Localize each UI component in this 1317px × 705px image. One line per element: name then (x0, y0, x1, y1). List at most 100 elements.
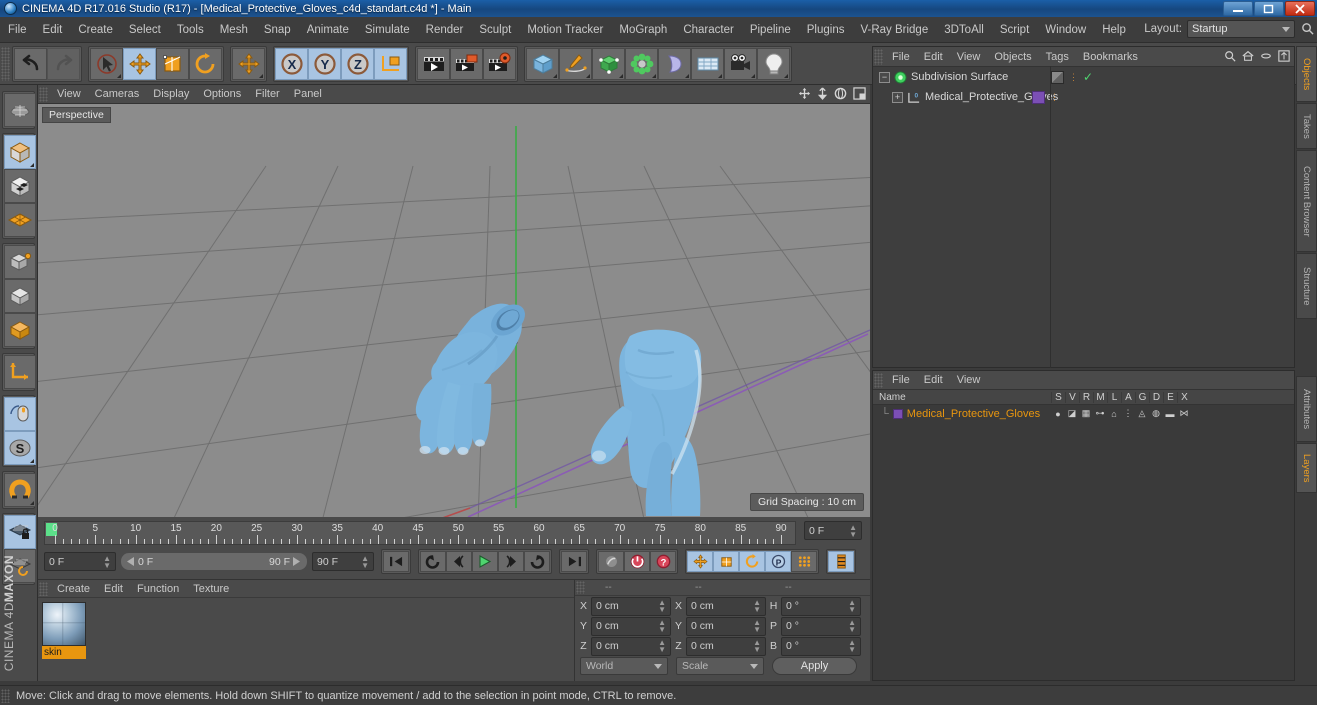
layer-cell-d[interactable]: ◍ (1149, 408, 1163, 419)
add-light-button[interactable] (757, 47, 790, 80)
viewport-menu-cameras[interactable]: Cameras (88, 86, 147, 102)
menu-vray-bridge[interactable]: V-Ray Bridge (852, 21, 936, 39)
magnet-tool-button[interactable] (4, 473, 36, 507)
object-menu-objects[interactable]: Objects (987, 49, 1038, 65)
object-row-subdivision-surface[interactable]: − Subdivision Surface ⋮ ✓ (873, 67, 1294, 87)
toolbar-grip[interactable] (1, 46, 10, 81)
record-position-toggle[interactable] (687, 551, 713, 572)
go-to-start-button[interactable] (383, 551, 409, 572)
maximize-viewport-icon[interactable] (853, 87, 866, 100)
object-menu-tags[interactable]: Tags (1039, 49, 1076, 65)
record-rotation-toggle[interactable] (739, 551, 765, 572)
menu-mesh[interactable]: Mesh (212, 21, 256, 39)
layer-cell-r[interactable]: ▦ (1079, 408, 1093, 419)
spinner-icon[interactable]: ▲ ▼ (848, 619, 856, 634)
object-mode-button[interactable] (4, 313, 36, 347)
add-cube-button[interactable] (526, 47, 559, 80)
viewport-menu-filter[interactable]: Filter (248, 86, 286, 102)
expand-icon[interactable] (1278, 50, 1290, 62)
keyframe-selection-button[interactable]: ? (650, 551, 676, 572)
maximize-button[interactable] (1254, 1, 1284, 16)
rotate-tool[interactable] (189, 47, 222, 80)
spinner-icon[interactable]: ▲ ▼ (753, 639, 761, 654)
menu-edit[interactable]: Edit (35, 21, 71, 39)
object-tree[interactable]: − Subdivision Surface ⋮ ✓ + 0 Medical_Pr… (873, 67, 1294, 367)
object-menu-view[interactable]: View (950, 49, 988, 65)
position-y-field[interactable]: 0 cm ▲ ▼ (591, 616, 671, 636)
spinner-icon[interactable]: ▲ ▼ (848, 639, 856, 654)
redo-button[interactable] (47, 47, 80, 80)
layer-menu-view[interactable]: View (950, 372, 988, 388)
spinner-icon[interactable]: ▲ ▼ (658, 639, 666, 654)
material-item[interactable]: skin (42, 602, 86, 659)
record-active-objects-button[interactable] (624, 551, 650, 572)
spinner-icon[interactable]: ▲ ▼ (753, 599, 761, 614)
add-spline-button[interactable] (559, 47, 592, 80)
menu-sculpt[interactable]: Sculpt (471, 21, 519, 39)
add-mograph-button[interactable] (625, 47, 658, 80)
render-region-button[interactable] (450, 47, 483, 80)
viewport-menu-panel[interactable]: Panel (287, 86, 329, 102)
coordinate-mode-select[interactable]: Scale (676, 657, 764, 675)
record-pla-toggle[interactable] (791, 551, 817, 572)
spinner-icon[interactable]: ▲ ▼ (103, 554, 111, 569)
timeline-ruler[interactable]: 0 5 10 15 20 25 30 35 40 45 50 55 60 65 70 75 80 85 90 (44, 521, 796, 545)
world-coordinates-toggle[interactable] (374, 47, 407, 80)
expander-icon[interactable]: − (879, 71, 890, 83)
object-row-medical-protective-gloves[interactable]: + 0 Medical_Protective_Gloves ⋮ (873, 87, 1294, 107)
layer-name[interactable]: Medical_Protective_Gloves (907, 408, 1040, 420)
add-environment-button[interactable] (691, 47, 724, 80)
layer-row[interactable]: └ Medical_Protective_Gloves ● ◪ ▦ ⊶ ⌂ ⋮ … (873, 405, 1294, 422)
menu-animate[interactable]: Animate (299, 21, 357, 39)
rotation-p-field[interactable]: 0 ° ▲ ▼ (781, 616, 861, 636)
coordinate-system-select[interactable]: World (580, 657, 668, 675)
material-menu-edit[interactable]: Edit (97, 581, 130, 597)
position-z-field[interactable]: 0 cm ▲ ▼ (591, 636, 671, 656)
position-x-field[interactable]: 0 cm ▲ ▼ (591, 596, 671, 616)
point-mode-button[interactable] (4, 245, 36, 279)
material-preview-icon[interactable] (42, 602, 86, 646)
layer-menu-file[interactable]: File (885, 372, 917, 388)
material-tag-icon[interactable] (1032, 90, 1045, 104)
layout-select[interactable]: Startup (1187, 20, 1295, 38)
polygon-mode-button[interactable] (4, 203, 36, 237)
dolly-icon[interactable] (817, 87, 828, 100)
step-back-button[interactable] (446, 551, 472, 572)
render-settings-button[interactable] (483, 47, 516, 80)
range-right-arrow-icon[interactable] (293, 557, 301, 566)
menu-motion-tracker[interactable]: Motion Tracker (519, 21, 611, 39)
live-selection-tool[interactable] (90, 47, 123, 80)
search-icon[interactable] (1224, 50, 1236, 62)
layer-cell-e[interactable]: ▬ (1163, 409, 1177, 419)
coordinates-grip[interactable] (576, 581, 585, 594)
texture-mode-button[interactable] (4, 169, 36, 203)
spinner-icon[interactable]: ▲ ▼ (849, 523, 857, 538)
previous-keyframe-button[interactable] (420, 551, 446, 572)
object-menu-file[interactable]: File (885, 49, 917, 65)
edge-mode-button[interactable] (4, 279, 36, 313)
orbit-icon[interactable] (834, 87, 847, 100)
apply-button[interactable]: Apply (772, 657, 857, 675)
tag-placeholder-icon[interactable] (1051, 70, 1064, 84)
menu-snap[interactable]: Snap (256, 21, 299, 39)
layer-name-cell[interactable]: └ Medical_Protective_Gloves (873, 408, 1051, 420)
layer-cell-s[interactable]: ● (1051, 409, 1065, 419)
menu-script[interactable]: Script (992, 21, 1037, 39)
rotation-b-field[interactable]: 0 ° ▲ ▼ (781, 636, 861, 656)
enabled-check-icon[interactable]: ✓ (1083, 70, 1093, 84)
status-grip[interactable] (1, 688, 10, 703)
tab-objects[interactable]: Objects (1296, 46, 1317, 102)
home-icon[interactable] (1242, 50, 1254, 62)
play-button[interactable] (472, 551, 498, 572)
tab-structure[interactable]: Structure (1296, 253, 1317, 319)
menu-help[interactable]: Help (1094, 21, 1134, 39)
menu-3dtoall[interactable]: 3DToAll (936, 21, 992, 39)
next-keyframe-button[interactable] (524, 551, 550, 572)
record-scale-toggle[interactable] (713, 551, 739, 572)
menu-tools[interactable]: Tools (169, 21, 212, 39)
menu-character[interactable]: Character (675, 21, 742, 39)
material-name[interactable]: skin (42, 646, 86, 659)
minimize-button[interactable] (1223, 1, 1253, 16)
layer-menu-edit[interactable]: Edit (917, 372, 950, 388)
viewport-menu-display[interactable]: Display (146, 86, 196, 102)
